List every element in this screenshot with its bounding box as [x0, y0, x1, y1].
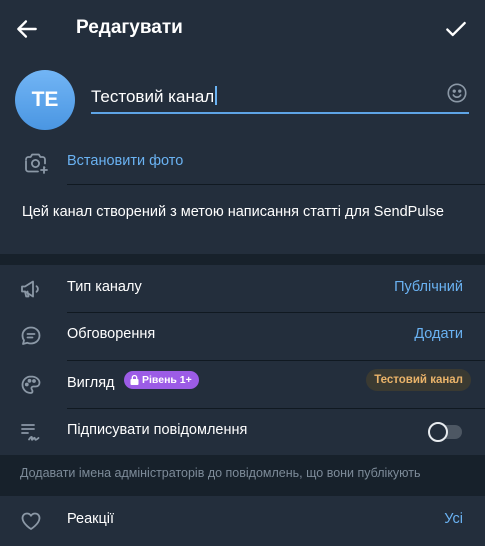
channel-name-value: Тестовий канал: [91, 87, 215, 106]
top-bar: Редагувати: [0, 0, 485, 58]
set-photo-label: Встановити фото: [67, 153, 184, 169]
divider: [67, 184, 485, 185]
avatar[interactable]: TE: [15, 70, 75, 130]
level-badge: Рівень 1+: [124, 371, 199, 389]
lock-icon: [130, 375, 139, 385]
reactions-label: Реакції: [67, 511, 115, 527]
channel-info-card: TE Тестовий канал Встановити фото Цей ка…: [0, 58, 485, 254]
arrow-left-icon[interactable]: [14, 16, 40, 42]
megaphone-icon: [21, 280, 39, 298]
palette-icon: [21, 375, 41, 394]
appearance-row[interactable]: Вигляд Рівень 1+ Тестовий канал: [0, 361, 485, 409]
chat-bubble-icon: [21, 326, 41, 345]
reactions-card: Реакції Усі: [0, 496, 485, 546]
channel-name-input[interactable]: Тестовий канал: [91, 80, 469, 114]
discussion-row[interactable]: Обговорення Додати: [0, 312, 485, 360]
text-caret: [215, 86, 218, 105]
level-badge-label: Рівень 1+: [142, 374, 192, 386]
appearance-label: Вигляд: [67, 375, 115, 391]
discussion-label: Обговорення: [67, 326, 156, 342]
sign-messages-row[interactable]: Підписувати повідомлення: [0, 408, 485, 456]
camera-add-icon: [25, 153, 48, 174]
set-photo-button[interactable]: Встановити фото: [0, 140, 485, 184]
settings-card: Тип каналу Публічний Обговорення Додати …: [0, 265, 485, 455]
heart-icon: [21, 512, 41, 530]
page-title: Редагувати: [76, 17, 183, 38]
smile-icon[interactable]: [446, 82, 468, 104]
discussion-value: Додати: [414, 326, 463, 342]
signature-icon: [21, 424, 40, 441]
channel-description-input[interactable]: Цей канал створений з метою написання ст…: [22, 203, 462, 221]
reactions-row[interactable]: Реакції Усі: [0, 497, 485, 545]
sign-messages-toggle[interactable]: [428, 422, 462, 442]
sign-messages-hint: Додавати імена адміністраторів до повідо…: [20, 466, 421, 480]
check-icon[interactable]: [443, 16, 469, 42]
channel-type-value: Публічний: [394, 279, 463, 295]
reactions-value: Усі: [444, 511, 463, 527]
appearance-value-pill: Тестовий канал: [366, 369, 471, 391]
sign-messages-label: Підписувати повідомлення: [67, 422, 248, 438]
channel-type-label: Тип каналу: [67, 279, 142, 295]
toggle-knob: [428, 422, 448, 442]
channel-type-row[interactable]: Тип каналу Публічний: [0, 265, 485, 313]
